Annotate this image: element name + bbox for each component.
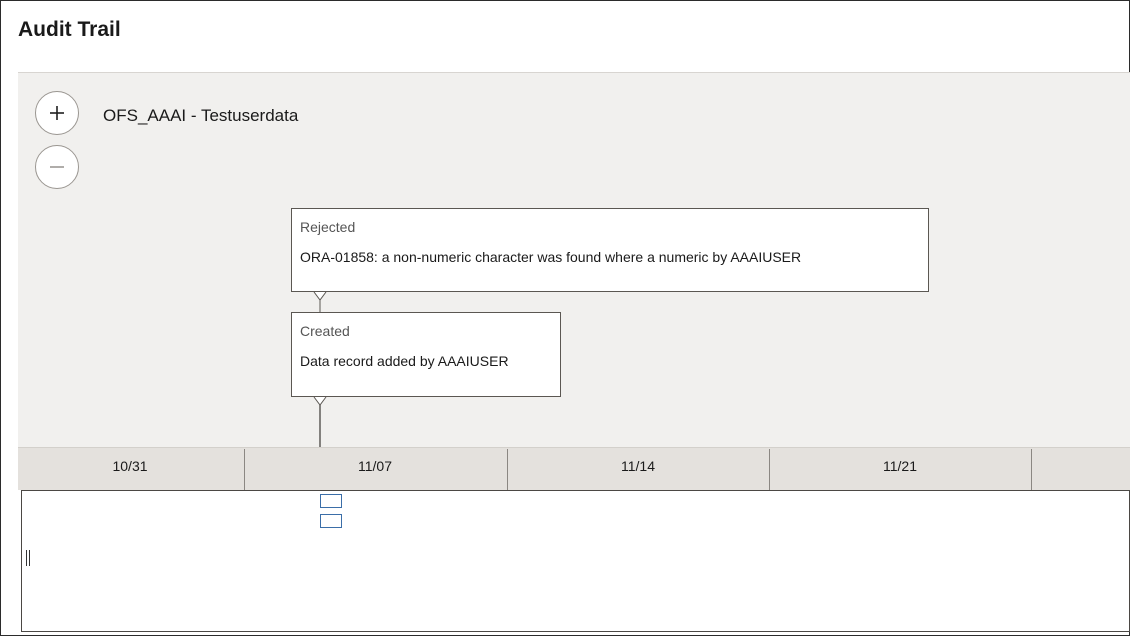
axis-tick-label: 11/14 [621, 458, 655, 474]
event-description: Data record added by AAAIUSER [300, 353, 509, 369]
plus-icon [50, 106, 64, 120]
axis-tick-separator [1031, 449, 1032, 490]
axis-tick-label: 11/21 [883, 458, 917, 474]
axis-tick-label: 11/07 [358, 458, 392, 474]
overview-event-marker[interactable] [320, 514, 342, 528]
overview-event-marker[interactable] [320, 494, 342, 508]
series-label: OFS_AAAI - Testuserdata [103, 106, 299, 125]
axis-tick-separator [507, 449, 508, 490]
zoom-out-button[interactable] [35, 145, 79, 189]
overview-window-handle[interactable] [5, 550, 30, 566]
event-description: ORA-01858: a non-numeric character was f… [300, 249, 802, 265]
axis-tick-separator [244, 449, 245, 490]
zoom-in-button[interactable] [35, 91, 79, 135]
event-bubble-rejected[interactable]: Rejected ORA-01858: a non-numeric charac… [291, 208, 929, 292]
axis-tick-separator [769, 449, 770, 490]
overview-pane[interactable] [21, 490, 1130, 632]
event-bubble-created[interactable]: Created Data record added by AAAIUSER [291, 312, 561, 397]
axis-tick-label: 10/31 [112, 458, 148, 474]
minus-icon [50, 166, 64, 168]
event-title: Rejected [300, 219, 356, 235]
event-title: Created [300, 323, 350, 339]
time-axis: 10/31 11/07 11/14 11/21 [18, 447, 1130, 490]
panel-title: Audit Trail [18, 18, 121, 41]
